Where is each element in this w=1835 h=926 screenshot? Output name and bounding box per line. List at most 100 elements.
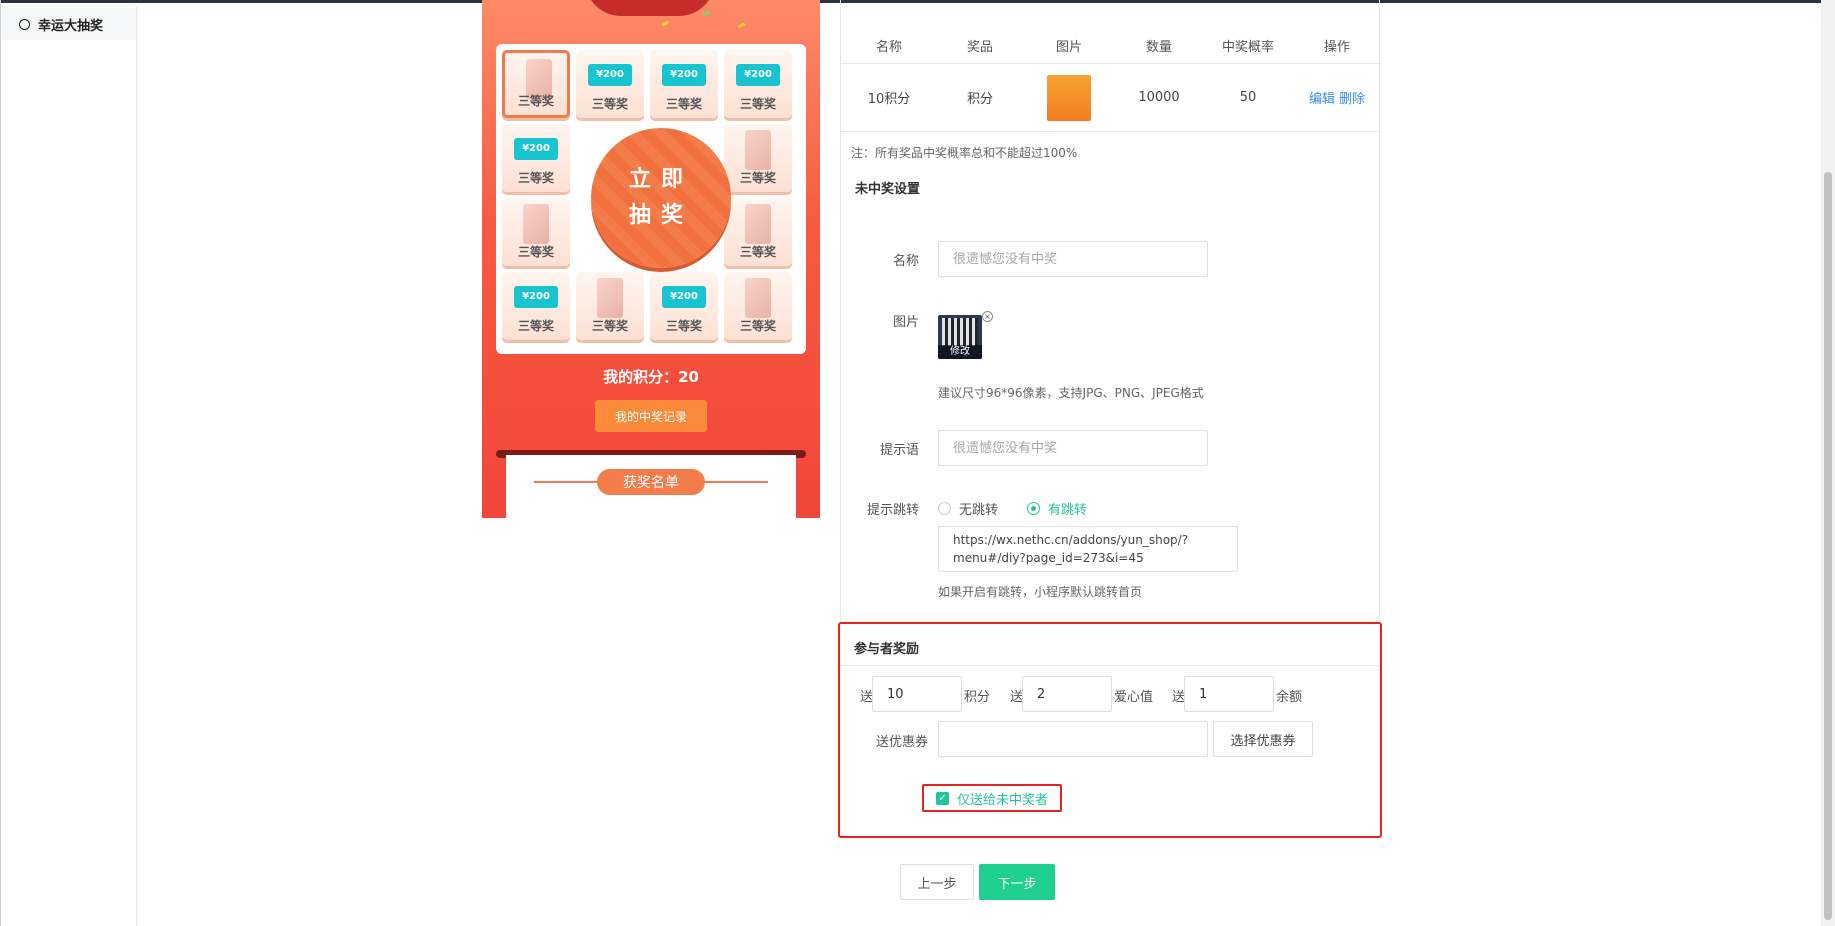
sidebar: 幸运大抽奖 <box>1 6 137 926</box>
edit-link[interactable]: 编辑 <box>1309 88 1335 107</box>
prize-cell: ¥200 三等奖 <box>724 50 792 118</box>
prize-cell: ¥200 三等奖 <box>650 50 718 118</box>
next-step-button[interactable]: 下一步 <box>979 864 1055 900</box>
phone-image <box>597 278 623 318</box>
checkbox-label: 仅送给未中奖者 <box>957 792 1049 808</box>
delete-link[interactable]: 删除 <box>1339 88 1365 107</box>
prize-quantity: 10000 <box>1138 90 1180 105</box>
winners-list: 获奖名单 <box>506 455 796 518</box>
jump-hint: 如果开启有跳转，小程序默认跳转首页 <box>938 585 1143 599</box>
confetti-decoration <box>661 20 670 27</box>
tip-label: 提示语 <box>879 443 919 458</box>
prize-cell-label: 三等奖 <box>665 97 702 111</box>
only-losers-checkbox[interactable]: ✓ 仅送给未中奖者 <box>922 784 1062 812</box>
coupon-image: ¥200 <box>662 286 706 308</box>
prize-cell: ¥200 三等奖 <box>650 272 718 340</box>
draw-button[interactable]: 立即 抽奖 <box>591 128 731 268</box>
image-edit-label[interactable]: 修改 <box>938 345 982 359</box>
prize-cell: ¥200 三等奖 <box>502 124 570 192</box>
name-label: 名称 <box>892 254 919 269</box>
coupon-image: ¥200 <box>662 64 706 86</box>
prize-type: 积分 <box>966 92 993 107</box>
scrollbar[interactable] <box>1821 0 1835 926</box>
scrollbar-thumb[interactable] <box>1824 172 1832 920</box>
prize-cell: ¥200 三等奖 <box>502 272 570 340</box>
prize-probability: 50 <box>1239 90 1257 105</box>
settings-panel: 名称 奖品 图片 数量 中奖概率 操作 10积分 积分 10000 50 编辑 … <box>840 0 1381 626</box>
prize-table-header: 名称 奖品 图片 数量 中奖概率 操作 <box>841 28 1381 64</box>
prize-cell-label: 三等奖 <box>591 97 628 111</box>
prev-step-button[interactable]: 上一步 <box>900 864 974 900</box>
coupon-input[interactable] <box>938 721 1208 757</box>
coupon-image: ¥200 <box>514 286 558 308</box>
probability-note: 注：所有奖品中奖概率总和不能超过100% <box>851 146 1078 160</box>
phone-image <box>523 204 549 244</box>
radio-label: 有跳转 <box>1048 503 1088 518</box>
column-header: 中奖概率 <box>1221 40 1274 55</box>
image-size-hint: 建议尺寸96*96像素，支持JPG、PNG、JPEG格式 <box>938 386 1204 400</box>
prize-cell-label: 三等奖 <box>739 245 776 259</box>
points-input[interactable] <box>872 676 962 712</box>
table-row: 10积分 积分 10000 50 编辑 删除 <box>841 64 1381 132</box>
winners-title: 获奖名单 <box>597 469 705 495</box>
prize-grid: 三等奖 ¥200 三等奖 ¥200 三等奖 ¥200 三等奖 ¥200 三等奖 三等奖 三等奖 三等奖… <box>496 44 806 354</box>
my-points: 我的积分：20 <box>603 368 699 386</box>
jump-url-textarea[interactable]: https://wx.nethc.cn/addons/yun_shop/?men… <box>938 526 1238 572</box>
draw-label: 立即 <box>628 167 693 192</box>
column-header: 操作 <box>1323 40 1350 55</box>
image-label: 图片 <box>892 315 919 330</box>
prize-cell-label: 三等奖 <box>665 319 702 333</box>
prize-cell-label: 三等奖 <box>739 319 776 333</box>
coupon-label: 送优惠券 <box>876 735 929 750</box>
draw-label: 抽奖 <box>628 203 693 228</box>
phone-image <box>745 278 771 318</box>
my-records-button[interactable]: 我的中奖记录 <box>595 400 707 432</box>
radio-label: 无跳转 <box>959 503 999 518</box>
actions-cell: 编辑 删除 <box>1293 88 1381 107</box>
balance-input[interactable] <box>1184 676 1274 712</box>
phone-image <box>745 204 771 244</box>
sidebar-item-lucky-draw[interactable]: 幸运大抽奖 <box>1 8 136 40</box>
prize-cell: ¥200 三等奖 <box>576 50 644 118</box>
prize-cell: 三等奖 <box>724 198 792 266</box>
prize-cell-label: 三等奖 <box>739 97 776 111</box>
prize-cell: 三等奖 <box>502 198 570 266</box>
close-icon[interactable]: × <box>982 311 993 322</box>
column-header: 数量 <box>1145 40 1172 55</box>
column-header: 奖品 <box>966 40 993 55</box>
participant-reward-section: 参与者奖励 送 积分 送 爱心值 送 余额 送优惠券 选择优惠券 ✓ 仅送给未中… <box>838 622 1382 838</box>
radio-has-jump[interactable]: 有跳转 <box>1027 499 1087 518</box>
coupon-image: ¥200 <box>736 64 780 86</box>
prize-cell-label: 三等奖 <box>517 94 554 108</box>
prize-image-cell <box>1023 74 1115 121</box>
confetti-decoration <box>702 10 711 17</box>
prize-cell-label: 三等奖 <box>591 319 628 333</box>
select-coupon-button[interactable]: 选择优惠券 <box>1213 721 1313 757</box>
reward-header: 参与者奖励 <box>840 624 1380 666</box>
column-header: 名称 <box>875 40 902 55</box>
image-upload[interactable]: 修改 <box>938 315 982 359</box>
qr-code-image <box>942 318 978 346</box>
page: 幸运大抽奖 三等奖 ¥200 三等奖 ¥200 三等奖 ¥200 三等奖 ¥200 三等奖 三等奖… <box>0 0 1835 926</box>
checkbox-checked-icon: ✓ <box>936 791 949 805</box>
prize-cell-label: 三等奖 <box>739 171 776 185</box>
jump-label: 提示跳转 <box>866 503 919 518</box>
prize-cell-label: 三等奖 <box>517 171 554 185</box>
prize-cell: 三等奖 <box>502 50 570 118</box>
prize-cell-label: 三等奖 <box>517 319 554 333</box>
no-prize-name-input[interactable] <box>938 241 1208 277</box>
balance-unit: 余额 <box>1276 690 1303 705</box>
love-input[interactable] <box>1022 676 1112 712</box>
radio-icon <box>938 502 951 515</box>
sidebar-item-label: 幸运大抽奖 <box>38 18 104 34</box>
ribbon-decoration <box>585 0 715 16</box>
radio-no-jump[interactable]: 无跳转 <box>938 499 998 518</box>
coupon-image: ¥200 <box>514 138 558 160</box>
prize-name: 10积分 <box>867 92 911 107</box>
prize-cell: 三等奖 <box>724 272 792 340</box>
prize-cell: 三等奖 <box>576 272 644 340</box>
prize-cell-label: 三等奖 <box>517 245 554 259</box>
column-header: 图片 <box>1055 40 1082 55</box>
tip-input[interactable] <box>938 430 1208 466</box>
radio-checked-icon <box>1027 502 1040 515</box>
